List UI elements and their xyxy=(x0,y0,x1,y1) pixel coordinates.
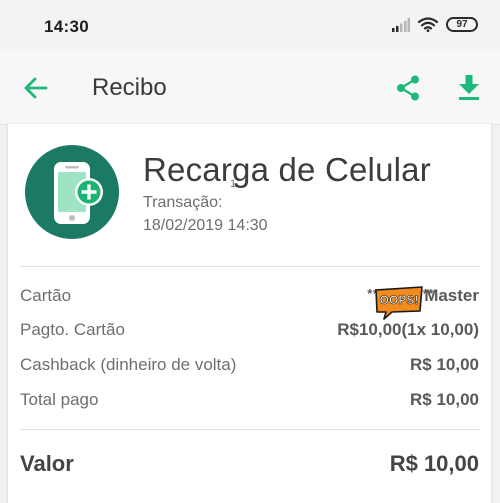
row-label-cashback: Cashback (dinheiro de volta) xyxy=(20,355,237,374)
transaction-date: 18/02/2019 14:30 xyxy=(143,217,268,234)
receipt-title: Recarga de Celular xyxy=(143,151,431,188)
page-title: Recibo xyxy=(92,74,167,101)
wifi-icon xyxy=(418,17,438,32)
total-value: R$ 10,00 xyxy=(389,451,479,476)
battery-icon: 97 xyxy=(446,17,478,32)
phone-recharge-icon xyxy=(25,145,119,239)
download-icon[interactable] xyxy=(454,72,484,102)
row-label-card-payment: Pagto. Cartão xyxy=(20,320,125,339)
row-value-card-payment: R$10,00(1x 10,00) xyxy=(337,320,479,339)
row-label-total-paid: Total pago xyxy=(20,390,99,409)
app-bar: Recibo xyxy=(0,50,500,125)
row-label-card: Cartão xyxy=(20,286,72,305)
back-arrow-icon[interactable] xyxy=(22,74,50,102)
share-icon[interactable] xyxy=(394,74,422,102)
row-value-cashback: R$ 10,00 xyxy=(410,355,479,374)
row-value-total-paid: R$ 10,00 xyxy=(410,390,479,409)
stray-mark: 1 xyxy=(230,178,237,190)
status-bar: 14:30 97 xyxy=(0,0,500,50)
transaction-label: Transação: xyxy=(143,194,223,211)
divider xyxy=(20,266,480,267)
divider xyxy=(20,429,480,430)
card-brand: Master xyxy=(424,286,479,305)
receipt-card: Recarga de Celular 1 Transação: 18/02/20… xyxy=(8,124,491,503)
status-icons: 97 xyxy=(392,17,478,32)
status-time: 14:30 xyxy=(44,17,89,36)
total-label: Valor xyxy=(20,451,74,476)
signal-icon xyxy=(392,17,410,32)
oops-text: OOPS! xyxy=(380,293,419,307)
oops-sticker: OOPS! xyxy=(375,286,423,320)
